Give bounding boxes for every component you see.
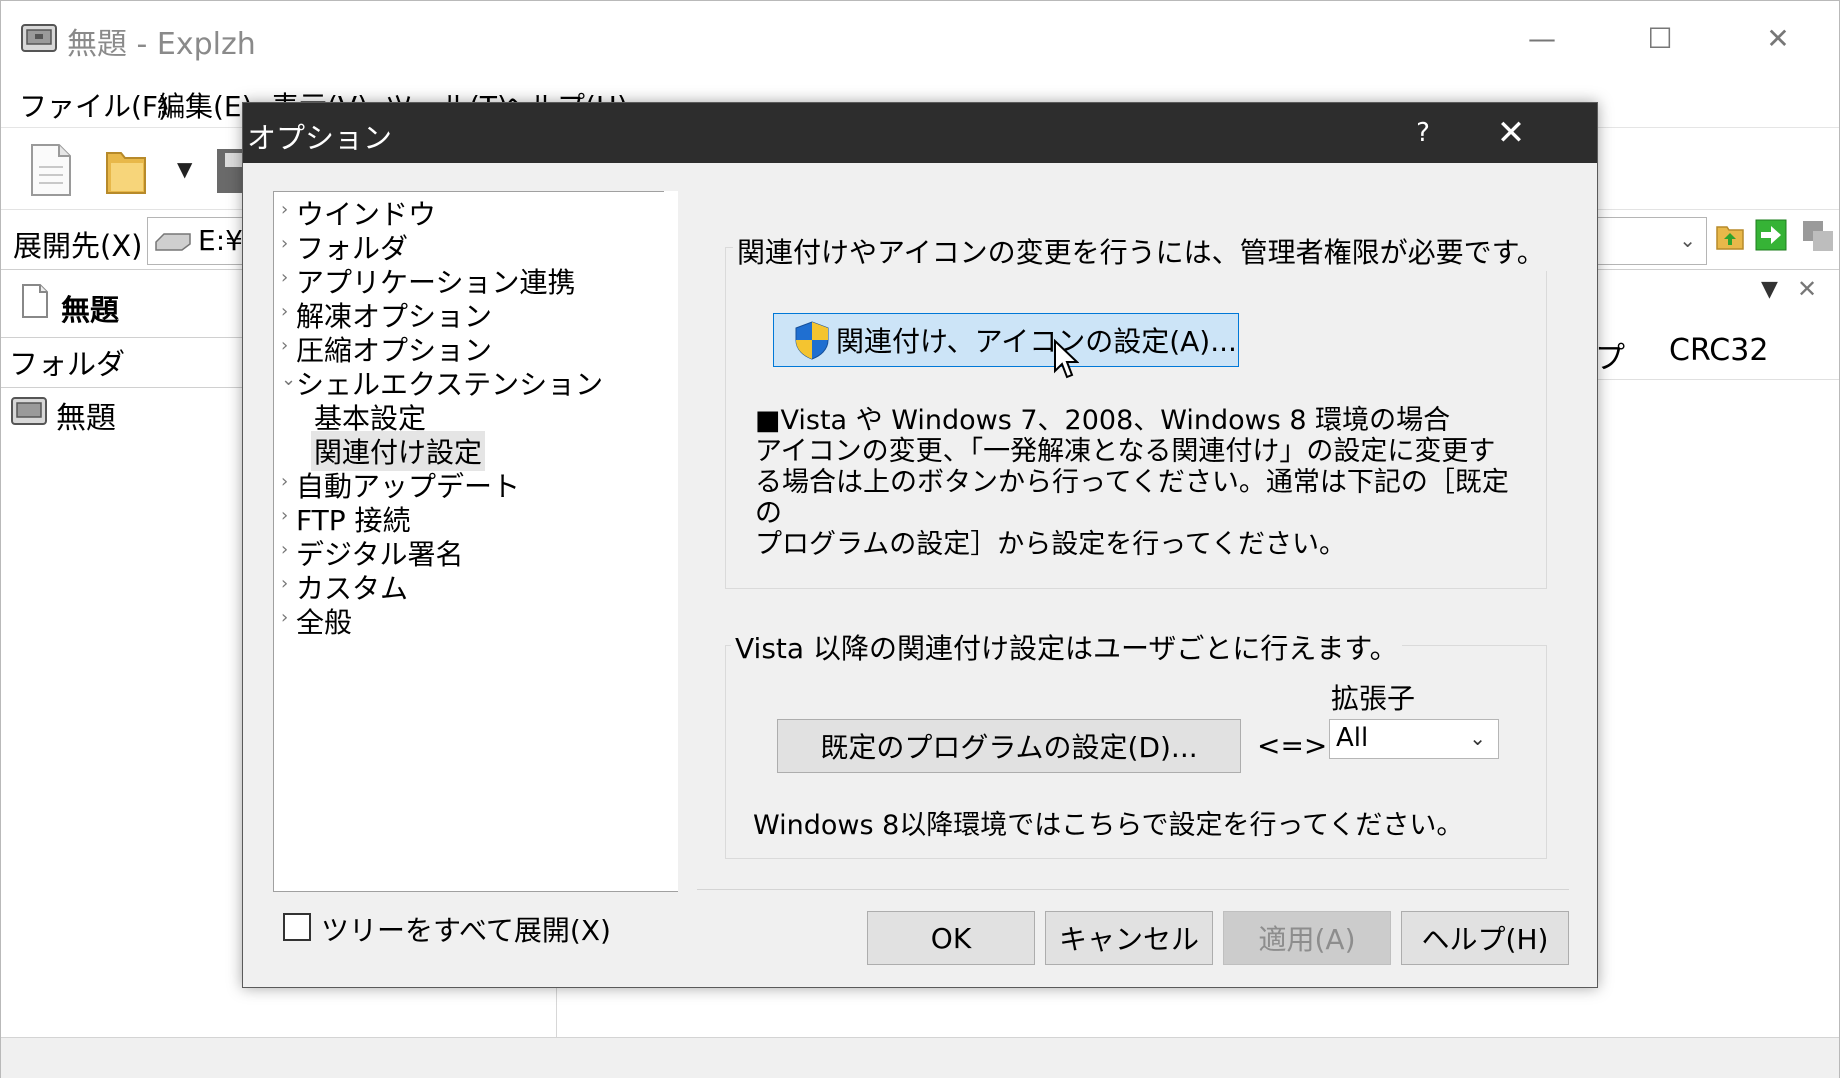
- minimize-button[interactable]: —: [1487, 11, 1597, 65]
- open-folder-icon[interactable]: [103, 145, 149, 197]
- tree-expand-icon[interactable]: ›: [281, 607, 288, 628]
- bidirectional-arrow-text: <=>: [1257, 729, 1328, 762]
- title-bar: 無題 - Explzh — ☐ ✕: [1, 1, 1839, 75]
- tree-item-basic-settings[interactable]: 基本設定: [274, 397, 674, 435]
- tree-item-custom[interactable]: › カスタム: [274, 567, 674, 605]
- window-title: 無題 - Explzh: [67, 27, 256, 62]
- tab-close-icon[interactable]: ✕: [1797, 275, 1817, 303]
- tree-item-general[interactable]: › 全般: [274, 601, 674, 639]
- tree-item-auto-update[interactable]: › 自動アップデート: [274, 465, 674, 503]
- tree-item-compress-options[interactable]: › 圧縮オプション: [274, 329, 674, 367]
- close-icon: ✕: [1766, 21, 1790, 55]
- dialog-title: オプション: [247, 121, 393, 155]
- tree-expand-icon[interactable]: ›: [281, 267, 288, 288]
- minimize-icon: —: [1528, 21, 1556, 55]
- archive-icon: [11, 397, 47, 425]
- tree-item-extract-options[interactable]: › 解凍オプション: [274, 295, 674, 333]
- folder-header-label: フォルダ: [9, 347, 126, 381]
- close-icon: ✕: [1496, 113, 1526, 153]
- tree-item-shell-extension[interactable]: ⌄ シェルエクステンション: [274, 363, 674, 401]
- tree-item-digital-signature[interactable]: › デジタル署名: [274, 533, 674, 571]
- user-group-title: Vista 以降の関連付け設定はユーザごとに行えます。: [731, 627, 1402, 667]
- association-button-label: 関連付け、アイコンの設定(A)...: [836, 325, 1237, 358]
- info-line-1: ■Vista や Windows 7、2008、Windows 8 環境の場合: [755, 405, 1451, 436]
- options-dialog: オプション ? ✕ › ウインドウ › フォルダ › アプリケーション連携 › …: [242, 102, 1598, 988]
- tree-expand-icon[interactable]: ›: [281, 539, 288, 560]
- tree-expand-icon[interactable]: ›: [281, 301, 288, 322]
- tree-item-association-settings[interactable]: 関連付け設定: [274, 431, 674, 471]
- chevron-down-icon: ⌄: [1469, 726, 1486, 750]
- question-icon: ?: [1416, 118, 1430, 148]
- info-line-3: る場合は上のボタンから行ってください。通常は下記の［既定の: [755, 467, 1509, 529]
- ok-button[interactable]: OK: [867, 911, 1035, 965]
- column-header-partial[interactable]: プ: [1595, 333, 1625, 377]
- destination-label: 展開先(X): [13, 229, 143, 263]
- menu-file[interactable]: ファイル(F): [19, 85, 169, 125]
- new-document-icon[interactable]: [29, 143, 73, 197]
- maximize-button[interactable]: ☐: [1605, 11, 1715, 65]
- tree-expand-icon[interactable]: ›: [281, 199, 288, 220]
- extension-label: 拡張子: [1331, 682, 1416, 715]
- tree-expand-icon[interactable]: ›: [281, 471, 288, 492]
- admin-info-text: ■Vista や Windows 7、2008、Windows 8 環境の場合 …: [755, 405, 1525, 560]
- dropdown-arrow-icon[interactable]: ▼: [177, 157, 192, 181]
- tree-expand-icon[interactable]: ›: [281, 233, 288, 254]
- admin-group-title: 関連付けやアイコンの変更を行うには、管理者権限が必要です。: [733, 231, 1549, 271]
- extension-select-value: All: [1336, 723, 1369, 753]
- association-icon-settings-button[interactable]: 関連付け、アイコンの設定(A)...: [773, 313, 1239, 367]
- close-button[interactable]: ✕: [1723, 11, 1833, 65]
- info-line-2: アイコンの変更、「一発解凍となる関連付け」の設定に変更す: [755, 436, 1496, 467]
- dialog-title-bar: オプション ? ✕: [243, 103, 1597, 163]
- tree-item-window[interactable]: › ウインドウ: [274, 193, 674, 231]
- windows8-note: Windows 8以降環境ではこちらで設定を行ってください。: [753, 810, 1464, 841]
- tree-item-folder[interactable]: › フォルダ: [274, 227, 674, 265]
- uac-shield-icon: [795, 321, 829, 360]
- column-header-crc32[interactable]: CRC32: [1669, 333, 1768, 368]
- window-stack-icon[interactable]: [1801, 219, 1835, 253]
- cancel-button[interactable]: キャンセル: [1045, 911, 1213, 965]
- maximize-icon: ☐: [1647, 21, 1673, 55]
- apply-button[interactable]: 適用(A): [1223, 911, 1391, 965]
- button-separator: [697, 889, 1569, 890]
- document-icon: [22, 284, 48, 318]
- document-tab-label: 無題: [61, 293, 120, 327]
- tab-dropdown-icon[interactable]: ▼: [1761, 277, 1778, 302]
- destination-value: E:¥: [198, 224, 243, 257]
- tree-item-app-integration[interactable]: › アプリケーション連携: [274, 261, 674, 299]
- tree-top-border: [274, 191, 664, 192]
- expand-all-label[interactable]: ツリーをすべて展開(X): [321, 909, 611, 949]
- drive-icon: [155, 233, 191, 251]
- info-line-4: プログラムの設定］から設定を行ってください。: [755, 529, 1347, 560]
- expand-all-checkbox[interactable]: [283, 913, 311, 941]
- folder-up-icon[interactable]: [1715, 221, 1745, 251]
- extension-select[interactable]: All ⌄: [1329, 719, 1499, 759]
- tree-expand-icon[interactable]: ›: [281, 335, 288, 356]
- tree-collapse-icon[interactable]: ⌄: [281, 369, 296, 390]
- menu-edit[interactable]: 編集(E): [157, 85, 253, 125]
- dialog-close-button[interactable]: ✕: [1481, 109, 1541, 157]
- tree-expand-icon[interactable]: ›: [281, 573, 288, 594]
- tree-expand-icon[interactable]: ›: [281, 505, 288, 526]
- options-tree: › ウインドウ › フォルダ › アプリケーション連携 › 解凍オプション › …: [273, 191, 678, 892]
- tree-item-label: 全般: [296, 606, 353, 639]
- tree-item-ftp[interactable]: › FTP 接続: [274, 499, 674, 537]
- go-arrow-icon[interactable]: [1755, 219, 1787, 251]
- archive-app-icon: [21, 24, 57, 52]
- help-button[interactable]: ヘルプ(H): [1401, 911, 1569, 965]
- tree-root-label[interactable]: 無題: [56, 393, 116, 437]
- default-programs-button[interactable]: 既定のプログラムの設定(D)...: [777, 719, 1241, 773]
- dialog-help-button[interactable]: ?: [1393, 109, 1453, 157]
- status-bar: [1, 1037, 1839, 1078]
- chevron-down-icon: ⌄: [1679, 228, 1696, 252]
- mouse-cursor-icon: [1054, 339, 1079, 379]
